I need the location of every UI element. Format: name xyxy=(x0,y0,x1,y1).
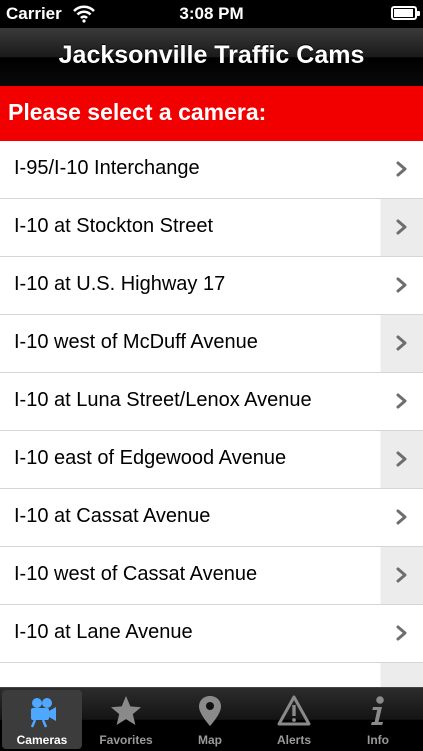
warning-icon xyxy=(254,694,334,728)
chevron-right-icon xyxy=(395,393,409,409)
tab-label: Alerts xyxy=(276,733,311,747)
camera-list-item[interactable]: I-95/I-10 Interchange xyxy=(0,141,423,199)
tab-label: Map xyxy=(198,733,222,747)
camera-name: I-95/I-10 Interchange xyxy=(14,157,200,179)
status-time: 3:08 PM xyxy=(179,4,244,23)
tab-cameras[interactable]: Cameras xyxy=(2,690,82,749)
tab-label: Info xyxy=(367,733,389,747)
page-title: Jacksonville Traffic Cams xyxy=(58,41,365,69)
camera-list-item[interactable]: I-10 at Luna Street/Lenox Avenue xyxy=(0,373,423,431)
chevron-right-icon xyxy=(395,161,409,177)
camera-name: I-10 at Lane Avenue xyxy=(14,621,193,643)
chevron-right-icon xyxy=(395,625,409,641)
tab-bar: Cameras Favorites Map Alerts Info xyxy=(0,687,423,751)
camera-list-item[interactable]: I-10 at Cassat Avenue xyxy=(0,489,423,547)
info-icon xyxy=(338,694,418,728)
camera-name: I-10 west of Cassat Avenue xyxy=(14,563,258,585)
battery-icon xyxy=(391,6,420,20)
camera-list-item[interactable] xyxy=(0,663,423,687)
camera-list-item[interactable]: I-10 east of Edgewood Avenue xyxy=(0,431,423,489)
tab-alerts[interactable]: Alerts xyxy=(254,690,334,749)
tab-label: Favorites xyxy=(99,733,153,747)
camera-name: I-10 at Stockton Street xyxy=(14,215,213,237)
camera-list-item[interactable]: I-10 at Stockton Street xyxy=(0,199,423,257)
camera-list-item[interactable]: I-10 west of Cassat Avenue xyxy=(0,547,423,605)
chevron-right-icon xyxy=(395,451,409,467)
star-icon xyxy=(86,694,166,728)
status-bar: Carrier 3:08 PM xyxy=(0,0,423,28)
camera-list[interactable]: I-95/I-10 Interchange I-10 at Stockton St… xyxy=(0,141,423,687)
tab-favorites[interactable]: Favorites xyxy=(86,690,166,749)
tab-label: Cameras xyxy=(16,733,68,747)
chevron-right-icon xyxy=(395,219,409,235)
tab-info[interactable]: Info xyxy=(338,690,418,749)
camera-name: I-10 west of McDuff Avenue xyxy=(14,331,258,353)
chevron-right-icon xyxy=(395,567,409,583)
navigation-bar: Jacksonville Traffic Cams xyxy=(0,28,423,87)
camera-name: I-10 at U.S. Highway 17 xyxy=(14,273,226,295)
map-pin-icon xyxy=(170,694,250,728)
camera-list-item[interactable]: I-10 at Lane Avenue xyxy=(0,605,423,663)
camera-name: I-10 east of Edgewood Avenue xyxy=(14,447,287,469)
camera-list-item[interactable]: I-10 west of McDuff Avenue xyxy=(0,315,423,373)
camera-name: I-10 at Luna Street/Lenox Avenue xyxy=(14,389,312,411)
chevron-right-icon xyxy=(395,509,409,525)
chevron-right-icon xyxy=(395,277,409,293)
video-camera-icon xyxy=(2,694,82,728)
section-header: Please select a camera: xyxy=(0,86,423,141)
chevron-right-icon xyxy=(395,335,409,351)
section-header-label: Please select a camera: xyxy=(8,99,267,125)
camera-name: I-10 at Cassat Avenue xyxy=(14,505,211,527)
camera-list-item[interactable]: I-10 at U.S. Highway 17 xyxy=(0,257,423,315)
tab-map[interactable]: Map xyxy=(170,690,250,749)
